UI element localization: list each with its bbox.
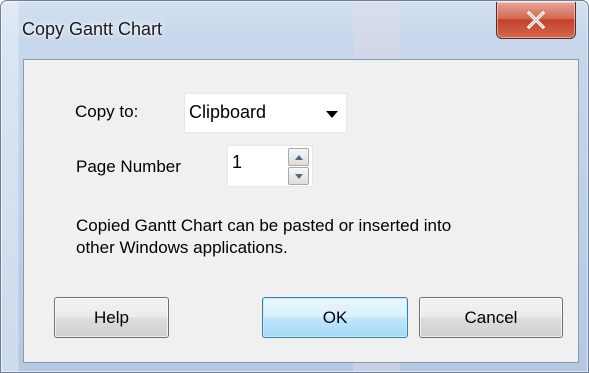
dialog-body: Copy to: Clipboard Page Number 1 Copied … — [23, 59, 579, 363]
dialog-window: Copy Gantt Chart Copy to: Clipboard Page… — [0, 0, 589, 373]
page-number-down-button[interactable] — [288, 167, 309, 185]
chevron-down-icon — [326, 111, 338, 118]
ok-button[interactable]: OK — [262, 297, 408, 338]
copy-to-label: Copy to: — [75, 102, 139, 121]
page-number-value: 1 — [232, 152, 243, 172]
arrow-down-icon — [294, 173, 303, 179]
description-text: Copied Gantt Chart can be pasted or inse… — [76, 215, 556, 259]
description-line-1: Copied Gantt Chart can be pasted or inse… — [76, 216, 452, 235]
dialog-title: Copy Gantt Chart — [22, 19, 163, 39]
copy-to-value: Clipboard — [189, 102, 267, 122]
copy-to-dropdown[interactable]: Clipboard — [184, 93, 347, 133]
page-number-label: Page Number — [76, 157, 181, 176]
close-icon — [526, 11, 546, 29]
arrow-up-icon — [294, 154, 303, 160]
help-button[interactable]: Help — [54, 297, 169, 338]
description-line-2: other Windows applications. — [76, 238, 288, 257]
cancel-button[interactable]: Cancel — [419, 297, 563, 338]
close-button[interactable] — [496, 2, 576, 39]
page-number-up-button[interactable] — [288, 148, 309, 166]
